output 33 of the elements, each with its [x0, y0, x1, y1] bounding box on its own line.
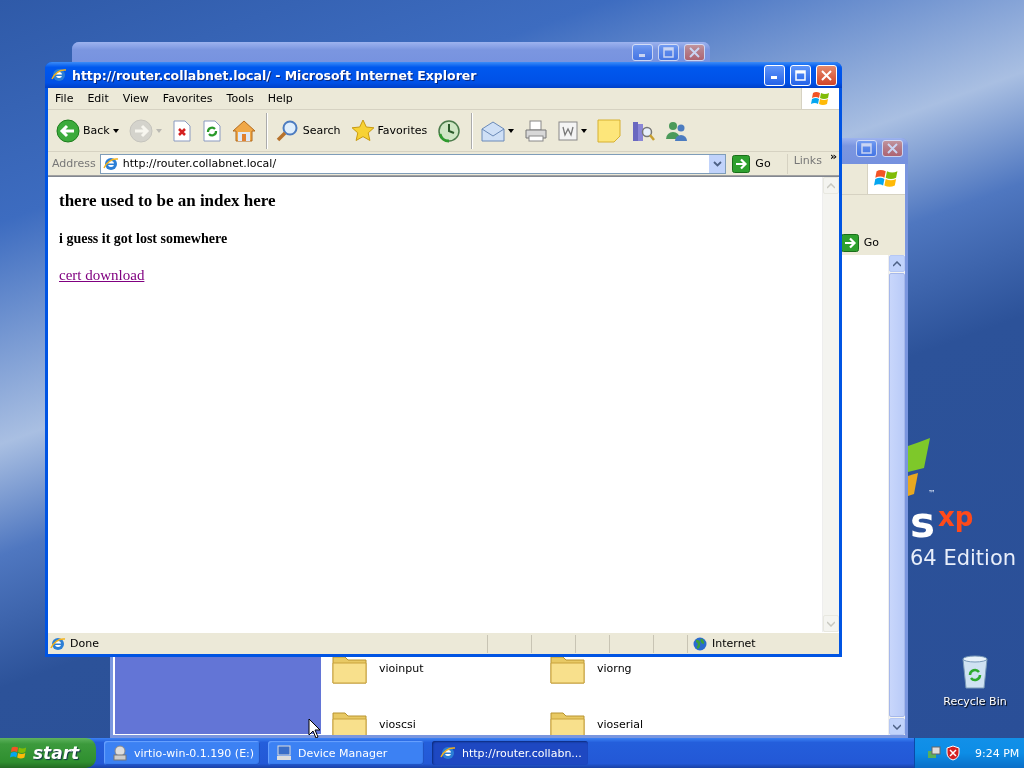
go-button[interactable]: Go	[730, 154, 783, 173]
folder-name[interactable]: vioserial	[597, 717, 644, 731]
menu-item[interactable]: Edit	[80, 92, 116, 105]
links-toolbar[interactable]: Links »	[786, 153, 837, 174]
address-field[interactable]: http://router.collabnet.local/	[99, 153, 727, 174]
clock-text: 9:24 PM	[975, 746, 1020, 760]
menu-item[interactable]: File	[48, 92, 81, 105]
taskbar-button[interactable]: virtio-win-0.1.190 (E:)	[104, 741, 260, 765]
taskbar-button[interactable]: Device Manager	[268, 741, 424, 765]
trademark-text: ™	[928, 490, 936, 498]
edition-text: 64 Edition	[910, 548, 1017, 569]
page-heading: there used to be an index here	[59, 191, 277, 211]
menu-item[interactable]: Help	[260, 92, 300, 105]
toolbar-button[interactable]: Search	[265, 112, 345, 149]
folder-name[interactable]: viorng	[597, 661, 632, 675]
logo-suffix: xp	[938, 504, 974, 530]
folder-name[interactable]: vioinput	[379, 661, 424, 675]
taskbar-button[interactable]: http://router.collabn...	[432, 741, 588, 765]
window-title: http://router.collabnet.local/ - Microsoft Internet Explorer	[72, 67, 478, 83]
folder-name[interactable]: vioscsi	[379, 717, 416, 731]
download-link[interactable]: cert download	[59, 267, 145, 283]
zone-text: Internet	[712, 637, 756, 650]
logo-text: s	[910, 506, 935, 540]
page-subheading: i guess it got lost somewhere	[59, 231, 229, 247]
desktop-icon-label[interactable]: Recycle Bin	[943, 695, 1007, 708]
toolbar-button[interactable]: Favorites	[346, 112, 432, 149]
menu-item[interactable]: View	[115, 92, 156, 105]
status-text: Done	[70, 637, 100, 650]
toolbar-button[interactable]: Back	[52, 112, 123, 149]
menu-item[interactable]: Favorites	[155, 92, 220, 105]
address-label: Address	[52, 157, 96, 170]
start-button[interactable]: start	[0, 738, 96, 768]
menu-item[interactable]: Tools	[219, 92, 261, 105]
